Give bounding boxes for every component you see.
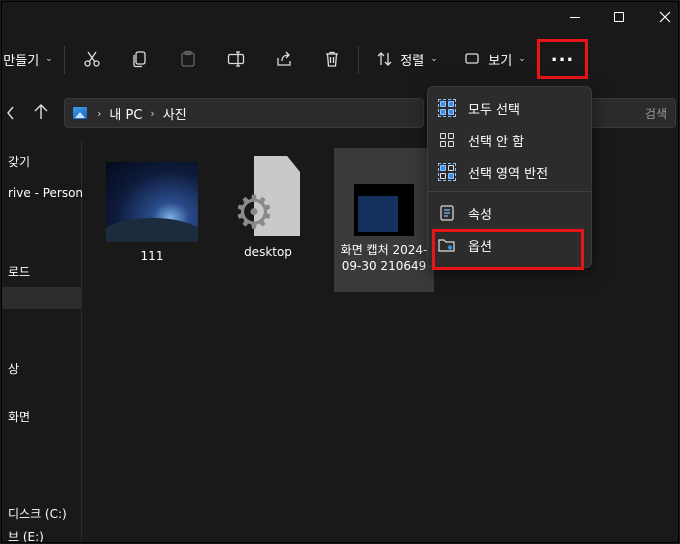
chevron-right-icon: › <box>150 106 155 120</box>
view-icon <box>465 53 479 64</box>
sidebar-item-downloads[interactable]: 로드 <box>2 260 82 282</box>
view-button[interactable]: 보기 ⌄ <box>462 44 528 74</box>
sidebar-item-pictures[interactable] <box>2 287 82 309</box>
sidebar-item-label: 디스크 (C:) <box>8 506 67 521</box>
sort-icon <box>377 52 392 66</box>
options-highlight <box>432 229 584 270</box>
more-options-icon: ... <box>550 45 575 66</box>
sidebar-item-onedrive[interactable]: rive - Personal <box>2 182 82 204</box>
sidebar-item-label: 브 (E:) <box>8 529 44 543</box>
sidebar-item-label: 화면 <box>8 409 31 424</box>
sidebar-item-label: 갖기 <box>8 154 31 169</box>
select-all-icon <box>438 99 456 117</box>
maximize-icon <box>614 12 624 22</box>
sort-button[interactable]: 정렬 ⌄ <box>372 44 442 74</box>
paste-button[interactable] <box>172 44 204 74</box>
trash-icon <box>326 51 338 67</box>
navigation-pane: 갖기 rive - Personal 로드 상 화면 디스크 (C:) 브 (E… <box>2 140 82 543</box>
select-none-icon <box>438 131 456 149</box>
share-button[interactable] <box>268 44 300 74</box>
command-bar: 만들기 ⌄ 정렬 ⌄ 보기 ⌄ ... <box>2 34 678 86</box>
file-thumbnail <box>354 184 414 236</box>
file-thumbnail: ⚙ <box>233 156 300 238</box>
arrow-up-icon <box>34 104 48 119</box>
copy-icon <box>133 51 146 68</box>
maximize-button[interactable] <box>596 2 642 32</box>
toolbar-divider <box>358 46 359 74</box>
sidebar-item-local-disk[interactable]: 디스크 (C:) <box>2 502 82 524</box>
sidebar-item-label: rive - Personal <box>8 186 82 200</box>
sidebar-item-videos[interactable]: 상 <box>2 357 82 379</box>
see-more-button[interactable]: ... <box>537 39 588 79</box>
scissors-icon <box>84 51 100 67</box>
chevron-down-icon: ⌄ <box>45 54 53 64</box>
minimize-icon <box>570 16 580 18</box>
menu-divider <box>428 191 591 192</box>
menu-item-label: 선택 영역 반전 <box>468 166 549 182</box>
rename-button[interactable] <box>220 44 252 74</box>
address-bar[interactable]: › 내 PC › 사진 <box>64 98 424 128</box>
arrow-left-icon <box>7 106 14 120</box>
cut-button[interactable] <box>76 44 108 74</box>
file-name: 화면 캡처 2024-09-30 210649 <box>340 243 428 273</box>
menu-item-select-none[interactable]: 선택 안 함 <box>434 125 586 155</box>
search-placeholder: 검색 <box>644 106 667 121</box>
toolbar-divider <box>64 46 65 74</box>
chevron-right-icon: › <box>97 106 102 120</box>
share-icon <box>277 51 291 66</box>
menu-item-label: 속성 <box>468 207 492 223</box>
file-item[interactable]: 화면 캡처 2024-09-30 210649 <box>334 148 434 292</box>
pictures-icon <box>73 107 87 119</box>
sidebar-item-gallery[interactable]: 갖기 <box>2 150 82 172</box>
file-name: desktop <box>244 245 292 259</box>
chevron-down-icon: ⌄ <box>430 54 438 64</box>
breadcrumb-pictures[interactable]: 사진 <box>163 104 187 123</box>
properties-icon <box>438 204 456 222</box>
sidebar-item-label: 로드 <box>8 264 31 279</box>
menu-item-label: 모두 선택 <box>468 102 520 118</box>
file-item[interactable]: 111 <box>102 162 202 264</box>
delete-button[interactable] <box>316 44 348 74</box>
file-name: 111 <box>140 249 164 263</box>
sidebar-item-drive-e[interactable]: 브 (E:) <box>2 525 82 543</box>
invert-selection-icon <box>438 163 456 181</box>
file-thumbnail <box>106 162 198 242</box>
minimize-button[interactable] <box>552 2 598 32</box>
close-icon <box>659 11 671 23</box>
up-button[interactable] <box>34 104 48 124</box>
menu-item-select-all[interactable]: 모두 선택 <box>434 93 586 123</box>
rename-icon <box>227 51 245 67</box>
paste-icon <box>181 50 195 67</box>
menu-item-invert-selection[interactable]: 선택 영역 반전 <box>434 157 586 187</box>
sidebar-item-desktop[interactable]: 화면 <box>2 405 82 427</box>
chevron-down-icon: ⌄ <box>518 54 526 64</box>
gear-icon: ⚙ <box>233 185 275 239</box>
sidebar-item-label: 상 <box>8 361 20 376</box>
title-bar <box>2 2 678 32</box>
new-button-label: 만들기 <box>3 53 40 69</box>
view-button-label: 보기 <box>488 53 513 69</box>
file-explorer-window: 만들기 ⌄ 정렬 ⌄ 보기 ⌄ ... › 내 PC › 사진 검색 갖기 ri… <box>1 1 679 543</box>
new-button[interactable]: 만들기 ⌄ <box>2 44 54 74</box>
close-button[interactable] <box>642 2 678 32</box>
sort-button-label: 정렬 <box>400 53 425 69</box>
menu-item-properties[interactable]: 속성 <box>434 198 586 228</box>
breadcrumb-this-pc[interactable]: 내 PC <box>109 104 142 123</box>
copy-button[interactable] <box>124 44 156 74</box>
menu-item-label: 선택 안 함 <box>468 134 525 150</box>
back-button[interactable] <box>6 105 16 124</box>
file-item[interactable]: ⚙ desktop <box>218 156 318 260</box>
